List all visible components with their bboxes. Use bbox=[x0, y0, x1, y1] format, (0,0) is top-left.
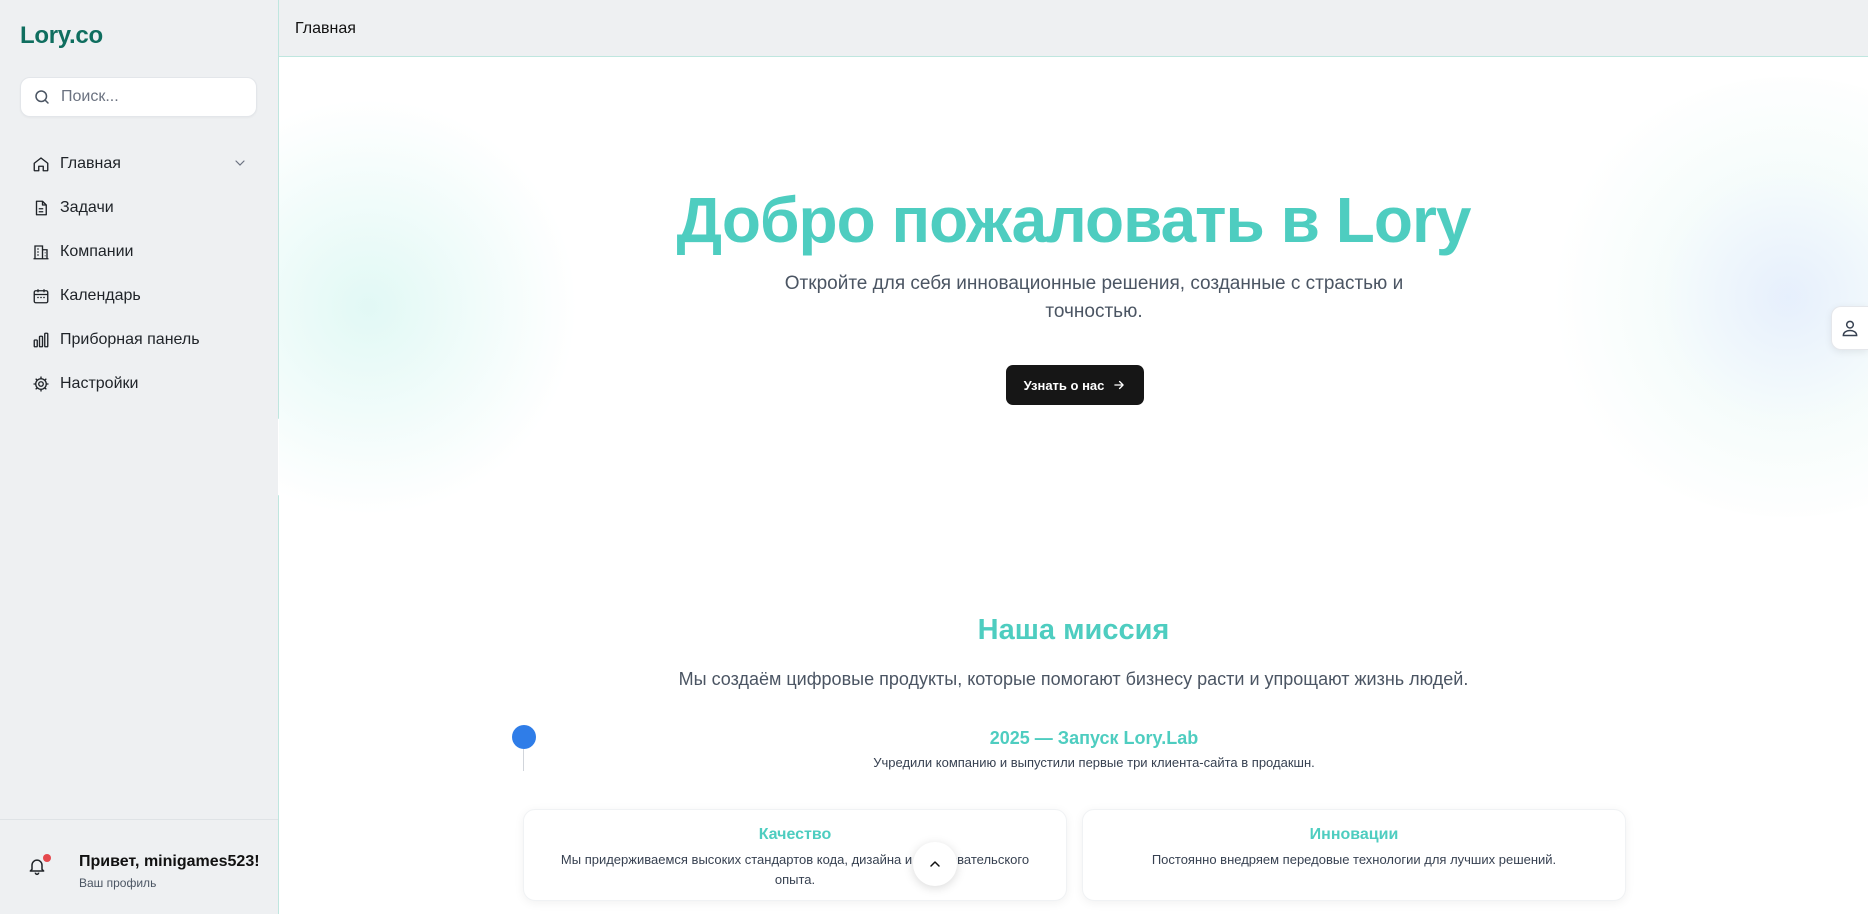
breadcrumb[interactable]: Главная bbox=[295, 20, 356, 38]
search-icon bbox=[35, 90, 49, 104]
chevron-up-icon bbox=[930, 861, 940, 867]
timeline-title: 2025 — Запуск Lory.Lab bbox=[989, 728, 1199, 748]
bar-chart-icon bbox=[33, 332, 49, 348]
top-bar: Главная bbox=[279, 0, 1868, 57]
value-card-innovation: Инновации Постоянно внедряем передовые т… bbox=[1082, 809, 1626, 901]
timeline-description: Учредили компанию и выпустили первые три… bbox=[873, 755, 1315, 770]
sidebar-item-companies[interactable]: Компании bbox=[20, 230, 260, 274]
sidebar-item-label: Приборная панель bbox=[60, 331, 200, 348]
background-glow bbox=[1548, 77, 1868, 517]
calendar-icon bbox=[33, 289, 49, 304]
hero-title: Добро пожаловать в Lory bbox=[676, 184, 1472, 256]
timeline-dot bbox=[512, 725, 536, 749]
background-glow bbox=[279, 97, 579, 517]
button-label: Узнать о нас bbox=[1023, 377, 1105, 393]
value-card-quality: Качество Мы придерживаемся высоких станд… bbox=[523, 809, 1067, 901]
arrow-right-icon bbox=[1114, 380, 1125, 390]
main-content: Добро пожаловать в Lory Откройте для себ… bbox=[279, 57, 1868, 914]
learn-about-us-button[interactable]: Узнать о нас bbox=[1006, 365, 1144, 405]
user-greeting: Привет, minigames523! bbox=[79, 853, 260, 870]
gear-icon bbox=[33, 376, 49, 392]
user-panel[interactable]: Привет, minigames523! Ваш профиль bbox=[0, 819, 278, 914]
app-logo[interactable]: Lory.co bbox=[20, 22, 103, 50]
timeline-line bbox=[523, 749, 524, 771]
sidebar: Lory.co Главная Задачи Компании Календар… bbox=[0, 0, 279, 914]
building-icon bbox=[33, 245, 49, 260]
sidebar-item-tasks[interactable]: Задачи bbox=[20, 186, 260, 230]
home-icon bbox=[33, 157, 49, 172]
sidebar-nav: Главная Задачи Компании Календарь Прибор… bbox=[20, 142, 260, 406]
card-description: Мы придерживаемся высоких стандартов код… bbox=[560, 852, 1030, 887]
user-icon bbox=[1842, 320, 1858, 337]
sidebar-item-home[interactable]: Главная bbox=[20, 142, 260, 186]
mission-subtitle: Мы создаём цифровые продукты, которые по… bbox=[678, 669, 1469, 689]
chevron-down-icon[interactable] bbox=[232, 155, 248, 171]
mission-title: Наша миссия bbox=[977, 614, 1170, 646]
sidebar-item-settings[interactable]: Настройки bbox=[20, 362, 260, 406]
sidebar-item-label: Главная bbox=[60, 155, 121, 172]
card-title: Инновации bbox=[1309, 826, 1399, 843]
sidebar-item-dashboard[interactable]: Приборная панель bbox=[20, 318, 260, 362]
sidebar-item-label: Задачи bbox=[60, 199, 114, 216]
scroll-to-top-button[interactable] bbox=[913, 842, 957, 886]
sidebar-item-label: Календарь bbox=[60, 287, 141, 304]
user-menu-button[interactable] bbox=[1831, 306, 1868, 350]
search-box[interactable] bbox=[20, 77, 257, 117]
file-icon bbox=[35, 200, 47, 216]
card-description: Постоянно внедряем передовые технологии … bbox=[1151, 852, 1557, 867]
search-input[interactable] bbox=[61, 88, 241, 106]
hero-subtitle: Откройте для себя инновационные решения,… bbox=[784, 273, 1404, 322]
sidebar-item-calendar[interactable]: Календарь bbox=[20, 274, 260, 318]
profile-link[interactable]: Ваш профиль bbox=[79, 876, 156, 890]
card-title: Качество bbox=[758, 826, 832, 843]
sidebar-item-label: Настройки bbox=[60, 375, 139, 392]
sidebar-item-label: Компании bbox=[60, 243, 134, 260]
notification-dot bbox=[43, 854, 51, 862]
